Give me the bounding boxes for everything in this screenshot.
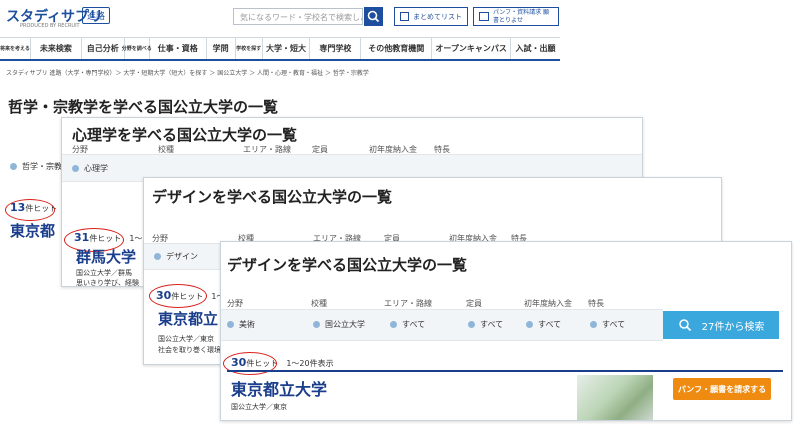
- result-page-design-2: デザインを学べる国公立大学の一覧 分野 校種 エリア・路線 定員 初年度納入金 …: [220, 241, 792, 421]
- feature-icon: [590, 321, 597, 328]
- nav-item-self-analysis[interactable]: 自己分析: [82, 38, 125, 59]
- label-fee: 初年度納入金: [524, 299, 572, 308]
- university-catch: 思いきり学び、経験: [76, 279, 139, 287]
- filter-field[interactable]: 心理学: [72, 163, 108, 174]
- field-icon: [154, 253, 161, 260]
- nav-item-open-campus[interactable]: オープンキャンパス: [432, 38, 512, 59]
- university-name[interactable]: 東京都立大学: [231, 376, 327, 400]
- nav-item-other[interactable]: その他教育機関: [361, 38, 433, 59]
- location-icon: [390, 321, 397, 328]
- filter-area[interactable]: すべて: [390, 319, 425, 330]
- campus-photo: [577, 375, 653, 420]
- university-catch: 社会を取り巻く環境: [158, 346, 221, 354]
- annotation-circle: [5, 199, 55, 221]
- list-button-label: まとめてリスト: [413, 12, 462, 21]
- university-location: 国公立大学／群馬: [76, 269, 132, 277]
- annotation-circle: [149, 284, 207, 308]
- pamph-button-label: パンフ・資料請求 願書とりよせ: [493, 8, 550, 24]
- university-location: 国公立大学／東京: [231, 403, 287, 411]
- filter-field[interactable]: デザイン: [154, 251, 198, 262]
- filter-type[interactable]: 国公立大学: [313, 319, 365, 330]
- university-location: 国公立大学／東京: [158, 335, 214, 343]
- school-icon: [313, 321, 320, 328]
- page-title: デザインを学べる国公立大学の一覧: [152, 188, 393, 206]
- list-button[interactable]: まとめてリスト: [394, 7, 468, 26]
- search-icon: [367, 10, 380, 23]
- nav-item-jobs[interactable]: 仕事・資格: [150, 38, 207, 59]
- university-name[interactable]: 東京都: [10, 220, 55, 241]
- breadcrumb[interactable]: スタディサプリ 進路（大学・専門学校）＞ 大学・短期大学（短大）を探す ＞ 国公…: [6, 68, 369, 77]
- book-icon: [479, 12, 489, 21]
- nav-item-schools[interactable]: 学校を探す: [236, 38, 263, 59]
- pamphlet-request-button[interactable]: パンフ・資料請求 願書とりよせ: [473, 7, 559, 26]
- search-input[interactable]: 気になるワード・学校名で検索しよう: [233, 8, 363, 25]
- nav-item-university[interactable]: 大学・短大: [263, 38, 311, 59]
- logo-sub: PRODUCED BY RECRUIT: [20, 23, 80, 29]
- label-feature: 特長: [588, 299, 604, 308]
- field-icon: [10, 163, 17, 170]
- label-field: 分野: [227, 299, 243, 308]
- label-type: 校種: [311, 299, 327, 308]
- filter-feature[interactable]: すべて: [590, 319, 625, 330]
- filter-capacity[interactable]: すべて: [468, 319, 503, 330]
- label-area: エリア・路線: [384, 299, 432, 308]
- main-nav: 将来を考える 未来検索 自己分析 分野を調べる 仕事・資格 学問 学校を探す 大…: [0, 37, 560, 61]
- search-submit-label: 27件から検索: [701, 321, 765, 333]
- page-title: 哲学・宗教学を学べる国公立大学の一覧: [8, 98, 279, 116]
- filter-fee[interactable]: すべて: [526, 319, 561, 330]
- university-name[interactable]: 東京都立: [158, 308, 218, 329]
- pamphlet-request-button[interactable]: パンフ・願書を請求する: [673, 378, 771, 400]
- search-button[interactable]: [364, 7, 383, 26]
- search-submit-button[interactable]: 27件から検索: [663, 311, 779, 339]
- university-name[interactable]: 群馬大学: [76, 246, 136, 267]
- nav-item-exam[interactable]: 入試・出願: [511, 38, 560, 59]
- field-icon: [72, 165, 79, 172]
- filter-field[interactable]: 美術: [227, 319, 255, 330]
- field-icon: [227, 321, 234, 328]
- logo-tag: 進路: [82, 7, 111, 24]
- page-title: 心理学を学べる国公立大学の一覧: [72, 126, 298, 144]
- result-divider: [227, 370, 783, 372]
- page-title: デザインを学べる国公立大学の一覧: [227, 256, 468, 274]
- label-capacity: 定員: [466, 299, 482, 308]
- nav-item-studies[interactable]: 学問: [207, 38, 236, 59]
- people-icon: [468, 321, 475, 328]
- nav-item-vocational[interactable]: 専門学校: [310, 38, 362, 59]
- list-icon: [400, 12, 409, 21]
- money-icon: [526, 321, 533, 328]
- nav-item-future-search[interactable]: 未来検索: [31, 38, 82, 59]
- nav-item-future[interactable]: 将来を考える: [0, 38, 31, 59]
- nav-item-fields[interactable]: 分野を調べる: [122, 38, 152, 59]
- search-icon: [678, 319, 691, 332]
